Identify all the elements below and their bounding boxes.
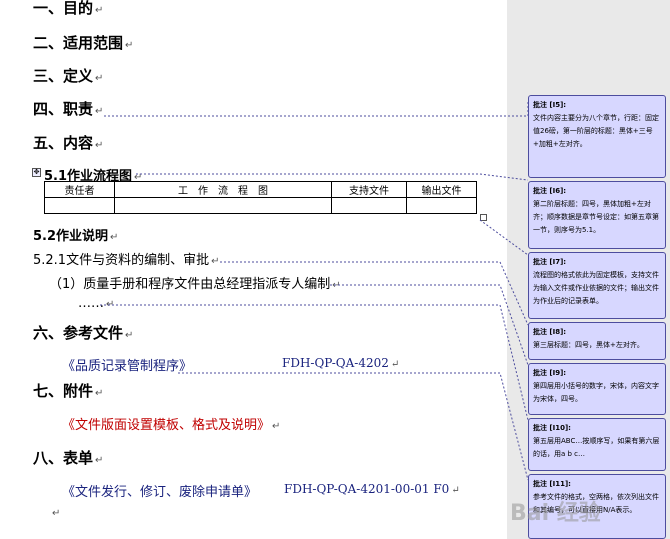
connector-line (104, 100, 529, 117)
comment-title: 批注 [I10]: (533, 424, 571, 432)
connector-line (178, 372, 529, 481)
connector-line (136, 173, 529, 181)
comment-body: 第三层标题：四号，黑体+左对齐。 (533, 341, 644, 349)
comment-title: 批注 [I11]: (533, 480, 571, 488)
connector-line (100, 304, 529, 421)
comment-body: 第五层用ABC…按顺序写，如果有第六层的话，用a b c… (533, 437, 660, 458)
comment-title: 批注 [I6]: (533, 187, 567, 195)
comment-title: 批注 [I9]: (533, 369, 567, 377)
comment-body: 流程图的格式依此为固定模板，支持文件为输入文件或作业依据的文件；输出文件为作业后… (533, 271, 659, 305)
comment-body: 第二阶层标题：四号，黑体加粗+左对齐；顺序数据是章节号设定：如第五章第一节，则序… (533, 200, 659, 234)
comment-body: 文件内容主要分为八个章节，行距：固定值26磅，第一阶层的标题：黑体+三号+加粗+… (533, 114, 659, 148)
comment-body: 第四层用小括号的数字，宋体，内容文字为宋体，四号。 (533, 382, 659, 403)
connector-line (220, 261, 529, 326)
connector-line (330, 284, 529, 366)
watermark: Bai 经验 (510, 501, 601, 526)
comment-title: 批注 [I5]: (533, 101, 567, 109)
comment-title: 批注 [I8]: (533, 328, 567, 336)
comment-balloon[interactable]: 批注 [I10]: 第五层用ABC…按顺序写，如果有第六层的话，用a b c… (528, 418, 666, 471)
comment-balloon[interactable]: 批注 [I6]: 第二阶层标题：四号，黑体加粗+左对齐；顺序数据是章节号设定：如第… (528, 181, 666, 249)
comment-balloon[interactable]: 批注 [I9]: 第四层用小括号的数字，宋体，内容文字为宋体，四号。 (528, 363, 666, 415)
comment-balloon[interactable]: 批注 [I5]: 文件内容主要分为八个章节，行距：固定值26磅，第一阶层的标题：黑… (528, 95, 666, 178)
connector-line (479, 219, 529, 256)
comment-balloon[interactable]: 批注 [I7]: 流程图的格式依此为固定模板，支持文件为输入文件或作业依据的文件；… (528, 252, 666, 319)
comment-balloon[interactable]: 批注 [I8]: 第三层标题：四号，黑体+左对齐。 (528, 322, 666, 360)
comment-title: 批注 [I7]: (533, 258, 567, 266)
